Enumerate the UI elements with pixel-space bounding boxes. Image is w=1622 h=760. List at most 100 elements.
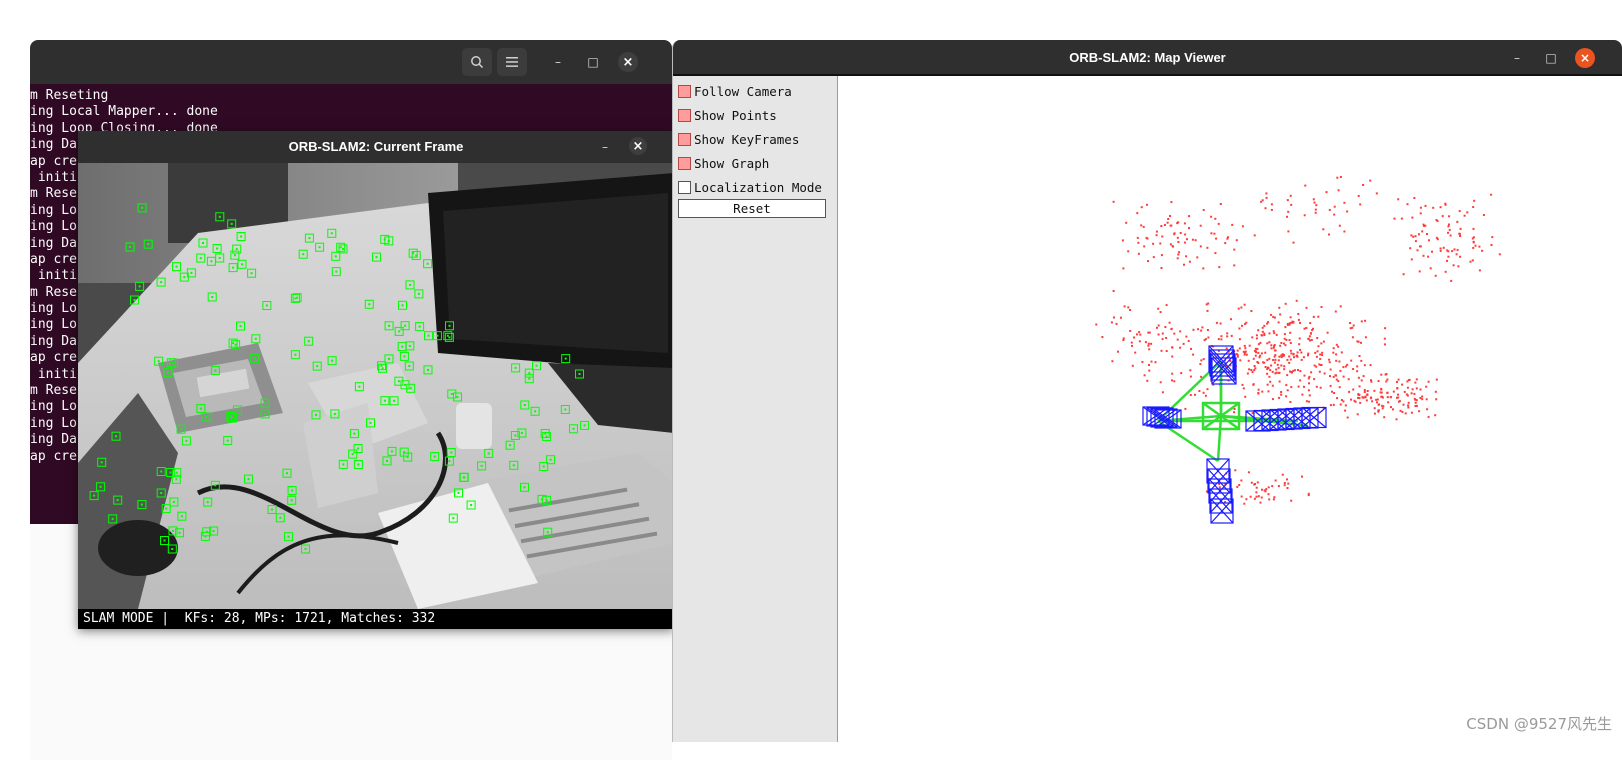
feature-center (509, 444, 512, 447)
map-viewer-window[interactable]: ORB-SLAM2: Map Viewer – □ × Follow Camer… (672, 40, 1622, 742)
3d-map-canvas[interactable] (838, 76, 1622, 742)
camera-frame-image (78, 163, 674, 609)
checkbox-icon[interactable] (678, 132, 691, 146)
map-point (1448, 223, 1450, 226)
close-icon[interactable]: × (1575, 48, 1595, 68)
map-point (1335, 343, 1338, 346)
current-frame-window[interactable]: ORB-SLAM2: Current Frame – × SLAM MODE |… (78, 131, 674, 629)
map-point (1161, 332, 1164, 335)
feature-center (448, 324, 451, 327)
current-frame-titlebar[interactable]: ORB-SLAM2: Current Frame – × (78, 131, 674, 163)
map-point (1233, 411, 1236, 414)
terminal-titlebar[interactable]: – □ × (30, 40, 672, 84)
map-point (1227, 236, 1229, 239)
map-point (1202, 267, 1205, 270)
slam-status-bar: SLAM MODE | KFs: 28, MPs: 1721, Matches:… (78, 609, 674, 629)
map-point (1210, 215, 1213, 218)
map-point (1390, 406, 1392, 409)
map-point (1256, 348, 1259, 350)
map-point (1140, 224, 1143, 227)
map-point (1196, 256, 1199, 259)
map-point (1112, 290, 1115, 292)
feature-center (353, 432, 356, 435)
map-point (1258, 356, 1261, 359)
map-point (1226, 332, 1229, 335)
map-point (1278, 371, 1281, 374)
map-point (1156, 326, 1158, 329)
map-point (1277, 359, 1280, 362)
map-point (1457, 265, 1460, 268)
map-point (1362, 184, 1365, 186)
show-keyframes-checkbox[interactable]: Show KeyFrames (678, 129, 799, 149)
close-icon[interactable]: × (618, 52, 638, 72)
map-point (1342, 400, 1345, 403)
feature-center (398, 330, 401, 333)
map-point (1301, 393, 1304, 396)
feature-center (408, 365, 411, 367)
minimize-icon[interactable]: – (548, 52, 568, 72)
map-point (1244, 347, 1247, 350)
feature-center (205, 530, 208, 533)
map-point (1414, 401, 1417, 404)
map-point (1337, 189, 1340, 192)
minimize-icon[interactable]: – (595, 137, 615, 157)
map-point (1278, 355, 1281, 358)
map-point (1266, 383, 1269, 386)
map-point (1285, 338, 1288, 341)
map-point (1329, 368, 1332, 371)
feature-center (183, 276, 186, 279)
maximize-icon[interactable]: □ (583, 52, 603, 72)
reset-button[interactable]: Reset (678, 199, 826, 218)
hamburger-menu-icon[interactable] (497, 48, 527, 76)
follow-camera-checkbox[interactable]: Follow Camera (678, 81, 792, 101)
map-point (1340, 351, 1343, 354)
map-point (1155, 230, 1158, 233)
map-point (1230, 318, 1232, 321)
map-point (1450, 279, 1453, 282)
map-point (1267, 390, 1270, 393)
minimize-icon[interactable]: – (1507, 48, 1527, 68)
map-point (1095, 323, 1098, 326)
map-point (1143, 245, 1146, 248)
map-point (1233, 264, 1236, 267)
map-point (1351, 336, 1354, 339)
search-icon[interactable] (462, 48, 492, 76)
map-point (1399, 409, 1402, 412)
map-point (1286, 374, 1289, 377)
map-point (1383, 337, 1386, 340)
map-point (1260, 334, 1263, 337)
map-point (1170, 328, 1173, 331)
map-point (1210, 232, 1213, 235)
map-point (1459, 235, 1462, 237)
show-points-checkbox[interactable]: Show Points (678, 105, 777, 125)
checkbox-icon[interactable] (678, 180, 691, 194)
map-point (1286, 322, 1289, 325)
checkbox-icon[interactable] (678, 84, 691, 98)
map-point (1339, 305, 1342, 308)
map-point (1237, 307, 1240, 310)
feature-center (448, 460, 451, 463)
map-point (1360, 359, 1363, 362)
checkbox-icon[interactable] (678, 156, 691, 170)
map-point (1329, 375, 1331, 378)
map-point (1472, 227, 1475, 230)
map-point (1257, 392, 1260, 394)
map-viewer-titlebar[interactable]: ORB-SLAM2: Map Viewer – □ × (673, 40, 1622, 76)
show-graph-checkbox[interactable]: Show Graph (678, 153, 769, 173)
show-points-label: Show Points (694, 107, 777, 123)
checkbox-icon[interactable] (678, 108, 691, 122)
feature-center (375, 256, 378, 259)
feature-center (318, 246, 321, 249)
feature-center (512, 464, 515, 467)
close-icon[interactable]: × (629, 137, 647, 155)
map-point (1268, 375, 1271, 378)
maximize-icon[interactable]: □ (1541, 48, 1561, 68)
feature-center (397, 380, 400, 383)
map-point (1400, 217, 1403, 220)
map-point (1328, 361, 1331, 364)
localization-mode-checkbox[interactable]: Localization Mode (678, 177, 822, 197)
map-point (1412, 235, 1415, 238)
map-point (1200, 375, 1203, 378)
map-point (1246, 372, 1249, 375)
map-point (1274, 479, 1277, 482)
